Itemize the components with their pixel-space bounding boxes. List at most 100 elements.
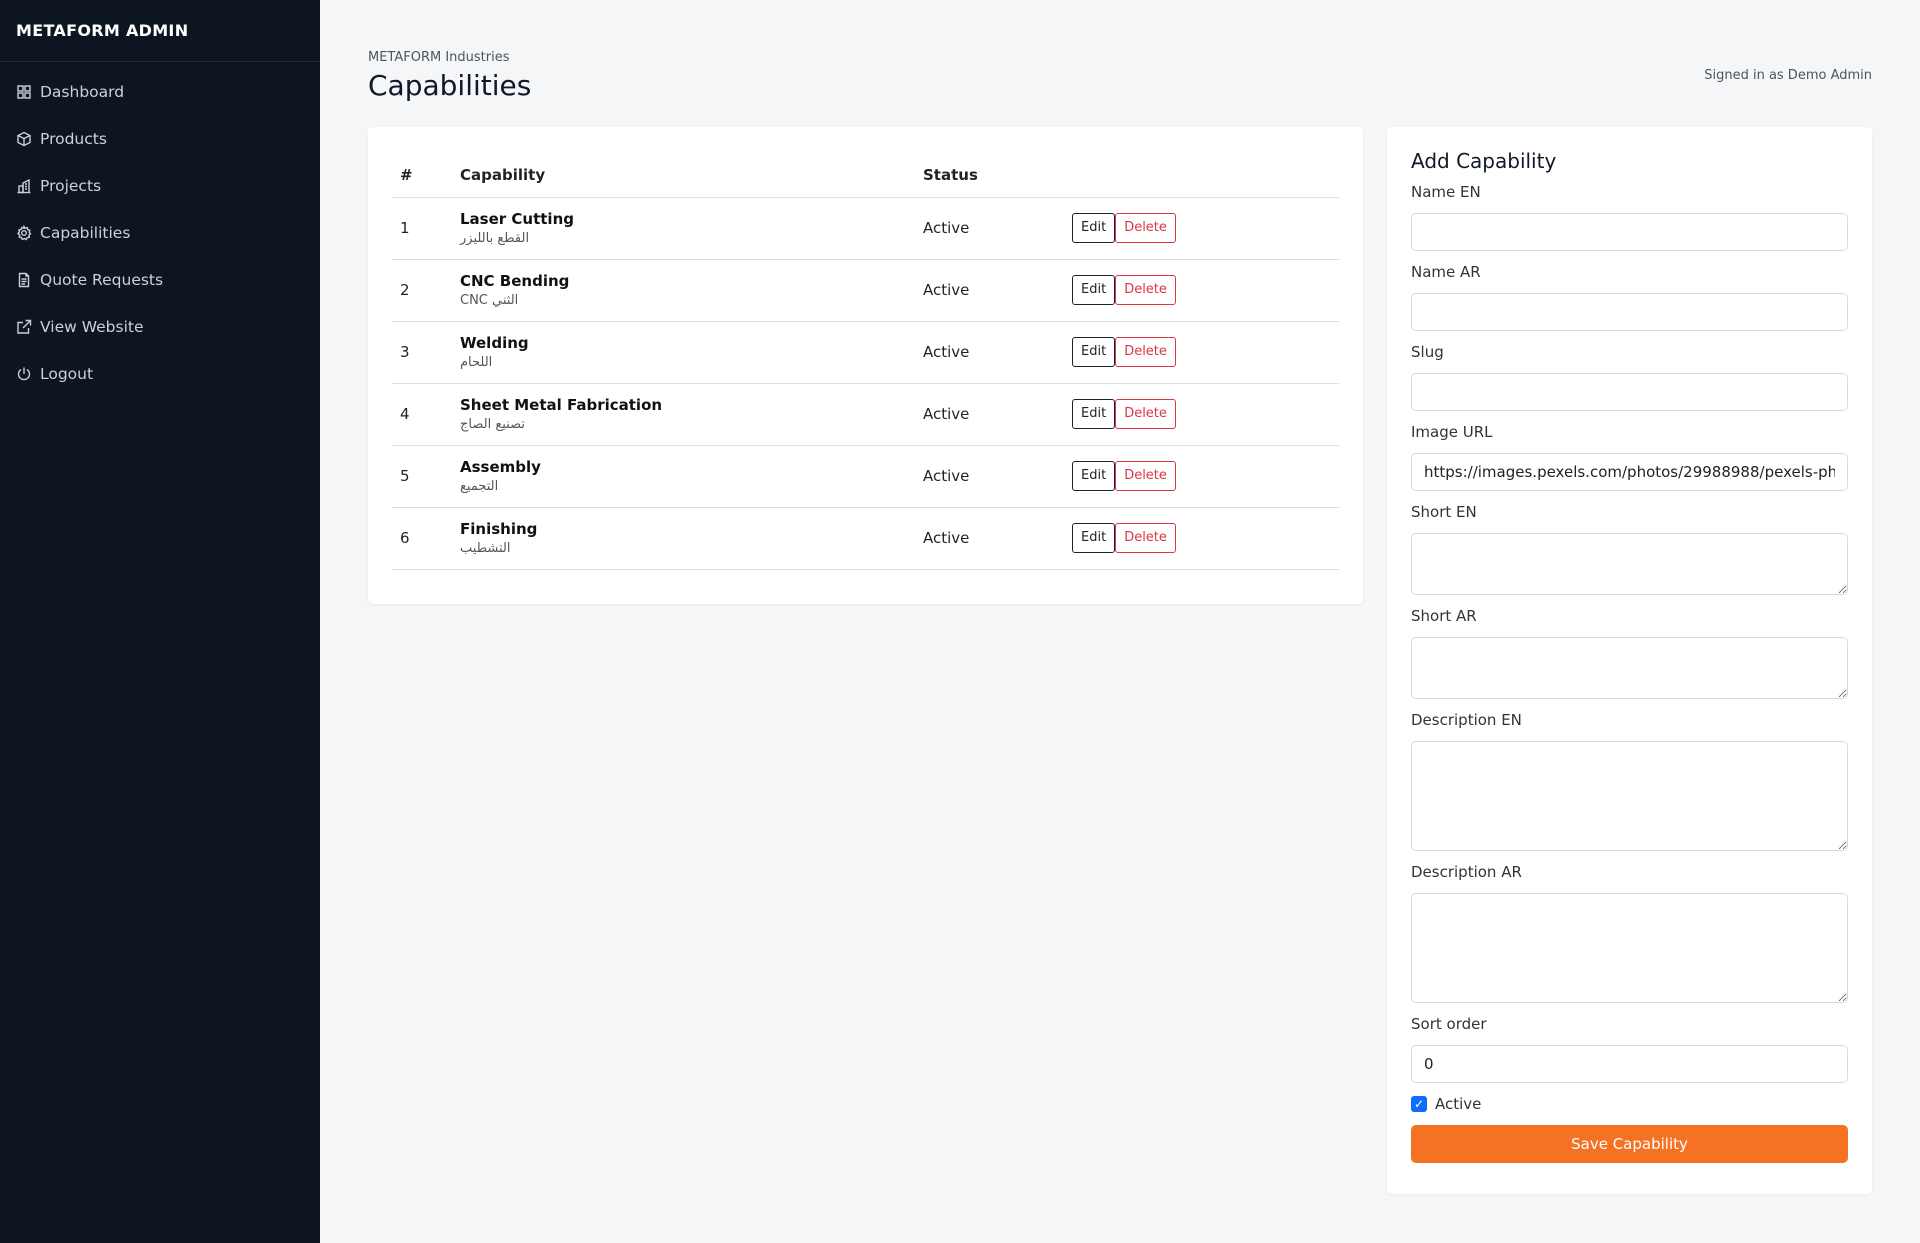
delete-button[interactable]: Delete — [1115, 523, 1176, 553]
active-label: Active — [1435, 1095, 1482, 1113]
capability-cell: Assembly التجميع — [452, 445, 915, 508]
sidebar-item-label: View Website — [40, 317, 144, 336]
edit-button[interactable]: Edit — [1072, 213, 1116, 243]
column-header-actions — [1064, 153, 1339, 198]
save-capability-button[interactable]: Save Capability — [1411, 1125, 1848, 1163]
row-number: 1 — [392, 197, 452, 260]
sidebar-item-view-website[interactable]: View Website — [0, 303, 320, 350]
delete-button[interactable]: Delete — [1115, 337, 1176, 367]
capability-name: CNC Bending — [460, 272, 570, 290]
status-cell: Active — [915, 259, 1064, 322]
document-icon — [16, 272, 32, 288]
signed-in-user: Signed in as Demo Admin — [1704, 68, 1872, 83]
image-url-label: Image URL — [1411, 423, 1493, 441]
edit-button[interactable]: Edit — [1072, 523, 1116, 553]
delete-button[interactable]: Delete — [1115, 275, 1176, 305]
capability-name: Assembly — [460, 458, 541, 476]
actions-cell: Edit Delete — [1064, 507, 1339, 570]
actions-cell: Edit Delete — [1064, 321, 1339, 384]
add-capability-form: Add Capability Name EN Name AR Slug Imag… — [1387, 127, 1872, 1194]
image-url-field[interactable] — [1411, 453, 1848, 491]
sidebar-item-label: Capabilities — [40, 223, 131, 242]
capability-cell: Laser Cutting القطع بالليزر — [452, 197, 915, 260]
actions-cell: Edit Delete — [1064, 197, 1339, 260]
edit-button[interactable]: Edit — [1072, 337, 1116, 367]
sidebar-item-products[interactable]: Products — [0, 115, 320, 162]
sidebar-item-label: Projects — [40, 176, 102, 195]
slug-field[interactable] — [1411, 373, 1848, 411]
short-en-field[interactable] — [1411, 533, 1848, 595]
description-ar-label: Description AR — [1411, 863, 1522, 881]
sidebar: METAFORM ADMIN Dashboard Products Projec… — [0, 0, 320, 1243]
buildings-icon — [16, 178, 32, 194]
capabilities-table-card: # Capability Status 1 Laser Cutting القط… — [368, 127, 1363, 604]
sidebar-item-label: Quote Requests — [40, 270, 164, 289]
table-row: 5 Assembly التجميع Active Edit Delete — [392, 445, 1339, 508]
sidebar-item-capabilities[interactable]: Capabilities — [0, 209, 320, 256]
edit-button[interactable]: Edit — [1072, 275, 1116, 305]
capability-cell: Sheet Metal Fabrication تصنيع الصاج — [452, 383, 915, 446]
status-cell: Active — [915, 507, 1064, 570]
actions-cell: Edit Delete — [1064, 445, 1339, 508]
row-number: 4 — [392, 383, 452, 446]
capability-name: Laser Cutting — [460, 210, 574, 228]
name-ar-field[interactable] — [1411, 293, 1848, 331]
delete-button[interactable]: Delete — [1115, 213, 1176, 243]
row-number: 6 — [392, 507, 452, 570]
sidebar-item-dashboard[interactable]: Dashboard — [0, 68, 320, 115]
column-header-status: Status — [915, 153, 1064, 198]
delete-button[interactable]: Delete — [1115, 461, 1176, 491]
description-en-field[interactable] — [1411, 741, 1848, 851]
brand-logo: METAFORM ADMIN — [0, 0, 320, 62]
short-en-label: Short EN — [1411, 503, 1477, 521]
edit-button[interactable]: Edit — [1072, 461, 1116, 491]
sidebar-item-label: Logout — [40, 364, 94, 383]
breadcrumb: METAFORM Industries — [368, 50, 510, 65]
slug-label: Slug — [1411, 343, 1444, 361]
description-ar-field[interactable] — [1411, 893, 1848, 1003]
sort-order-field[interactable] — [1411, 1045, 1848, 1083]
table-header-row: # Capability Status — [392, 153, 1339, 198]
sidebar-item-logout[interactable]: Logout — [0, 350, 320, 397]
table-row: 2 CNC Bending الثني CNC Active Edit Delet… — [392, 259, 1339, 322]
capability-name-ar: اللحام — [460, 355, 493, 370]
table-row: 6 Finishing التشطيب Active Edit Delete — [392, 507, 1339, 570]
sidebar-item-projects[interactable]: Projects — [0, 162, 320, 209]
power-icon — [16, 366, 32, 382]
sidebar-item-label: Dashboard — [40, 82, 125, 101]
status-cell: Active — [915, 383, 1064, 446]
status-cell: Active — [915, 445, 1064, 508]
row-number: 2 — [392, 259, 452, 322]
status-cell: Active — [915, 197, 1064, 260]
capability-cell: Welding اللحام — [452, 321, 915, 384]
capability-name-ar: الثني CNC — [460, 293, 519, 308]
delete-button[interactable]: Delete — [1115, 399, 1176, 429]
page-title: Capabilities — [368, 69, 532, 102]
table-row: 4 Sheet Metal Fabrication تصنيع الصاج Ac… — [392, 383, 1339, 446]
actions-cell: Edit Delete — [1064, 259, 1339, 322]
capability-name: Finishing — [460, 520, 538, 538]
status-cell: Active — [915, 321, 1064, 384]
table-row: 1 Laser Cutting القطع بالليزر Active Edi… — [392, 197, 1339, 260]
short-ar-field[interactable] — [1411, 637, 1848, 699]
edit-button[interactable]: Edit — [1072, 399, 1116, 429]
sidebar-item-label: Products — [40, 129, 107, 148]
name-ar-label: Name AR — [1411, 263, 1481, 281]
capability-name-ar: القطع بالليزر — [460, 231, 530, 246]
capability-name-ar: تصنيع الصاج — [460, 417, 525, 432]
box-icon — [16, 131, 32, 147]
row-number: 5 — [392, 445, 452, 508]
row-number: 3 — [392, 321, 452, 384]
capability-name: Welding — [460, 334, 529, 352]
short-ar-label: Short AR — [1411, 607, 1477, 625]
capabilities-table: # Capability Status 1 Laser Cutting القط… — [392, 153, 1339, 570]
sort-order-label: Sort order — [1411, 1015, 1487, 1033]
capability-cell: Finishing التشطيب — [452, 507, 915, 570]
name-en-field[interactable] — [1411, 213, 1848, 251]
actions-cell: Edit Delete — [1064, 383, 1339, 446]
capability-cell: CNC Bending الثني CNC — [452, 259, 915, 322]
column-header-number: # — [392, 153, 452, 198]
form-title: Add Capability — [1411, 149, 1557, 173]
sidebar-item-quote-requests[interactable]: Quote Requests — [0, 256, 320, 303]
active-checkbox[interactable]: ✓ — [1411, 1096, 1427, 1112]
